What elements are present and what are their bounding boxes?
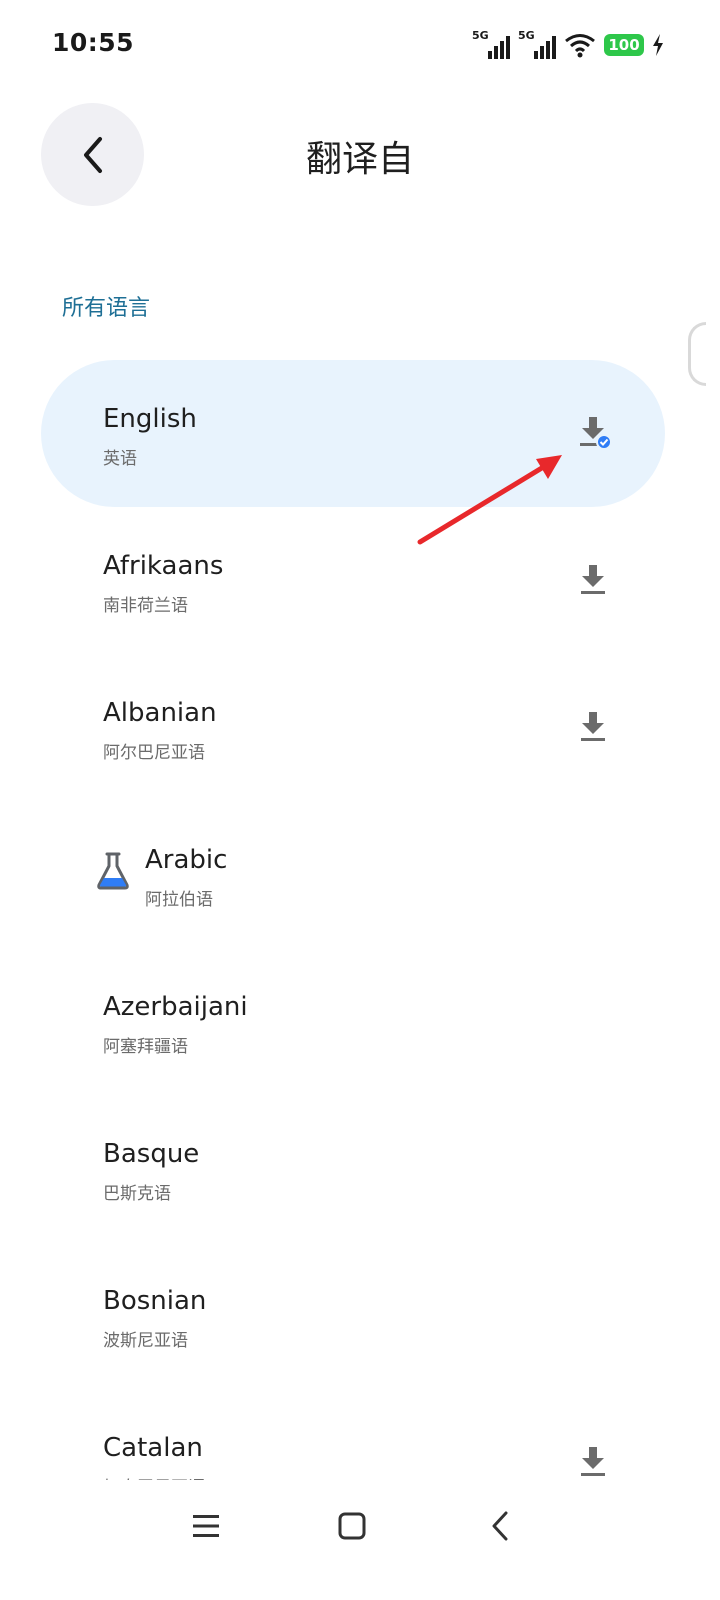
status-bar: 10:55 5G 5G 100 <box>0 0 720 90</box>
language-native-name: 波斯尼亚语 <box>103 1331 188 1351</box>
language-item-azerbaijani[interactable]: Azerbaijani 阿塞拜疆语 <box>41 948 665 1095</box>
battery-indicator: 100 <box>604 34 644 56</box>
language-name: Catalan <box>103 1433 203 1463</box>
language-name: Afrikaans <box>103 551 224 581</box>
language-native-name: 阿拉伯语 <box>145 890 213 910</box>
nav-home-button[interactable] <box>322 1502 382 1550</box>
app-root: 10:55 5G 5G 100 翻译自 所有语言 English 英语 Afri… <box>0 0 720 1600</box>
page-title: 翻译自 <box>305 139 414 180</box>
navigation-bar <box>0 1480 720 1600</box>
charging-icon <box>653 34 663 56</box>
language-name: Albanian <box>103 698 217 728</box>
language-item-albanian[interactable]: Albanian 阿尔巴尼亚语 <box>41 654 665 801</box>
language-name: Azerbaijani <box>103 992 248 1022</box>
nav-menu-button[interactable] <box>176 1502 236 1550</box>
wifi-icon <box>565 34 595 58</box>
status-icons: 5G 5G 100 <box>472 28 664 62</box>
status-time: 10:55 <box>52 28 135 57</box>
network-type-label: 5G <box>472 29 489 42</box>
language-native-name: 巴斯克语 <box>103 1184 171 1204</box>
back-chevron-icon <box>492 1511 508 1541</box>
signal-icon: 5G <box>472 29 510 59</box>
language-native-name: 英语 <box>103 449 137 469</box>
nav-back-button[interactable] <box>470 1502 530 1550</box>
download-icon[interactable] <box>575 562 611 598</box>
section-label-all-languages: 所有语言 <box>62 296 151 321</box>
language-name: Arabic <box>145 845 228 875</box>
network-type-label: 5G <box>518 29 535 42</box>
language-name: English <box>103 404 197 434</box>
language-item-arabic[interactable]: Arabic 阿拉伯语 <box>41 801 665 948</box>
menu-icon <box>193 1515 219 1537</box>
home-square-icon <box>338 1512 366 1540</box>
flask-icon <box>97 852 129 890</box>
signal-icon: 5G <box>518 29 556 59</box>
language-native-name: 阿塞拜疆语 <box>103 1037 188 1057</box>
download-done-icon[interactable] <box>575 415 611 451</box>
edge-swipe-handle[interactable] <box>688 322 706 386</box>
download-icon[interactable] <box>575 709 611 745</box>
annotation-arrow-icon <box>417 455 562 545</box>
language-name: Basque <box>103 1139 200 1169</box>
language-native-name: 阿尔巴尼亚语 <box>103 743 205 763</box>
language-item-basque[interactable]: Basque 巴斯克语 <box>41 1095 665 1242</box>
language-native-name: 南非荷兰语 <box>103 596 188 616</box>
language-name: Bosnian <box>103 1286 207 1316</box>
download-icon[interactable] <box>575 1444 611 1480</box>
language-item-bosnian[interactable]: Bosnian 波斯尼亚语 <box>41 1242 665 1389</box>
